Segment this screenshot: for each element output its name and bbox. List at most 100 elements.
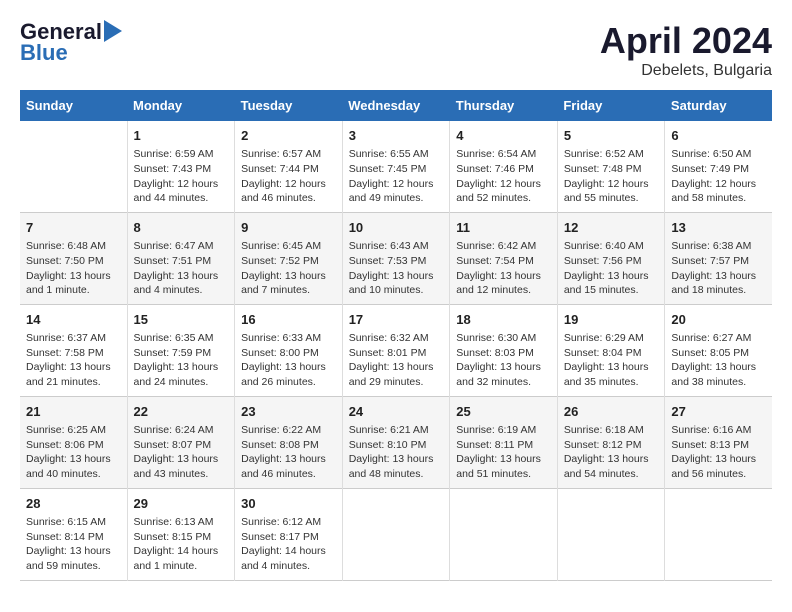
day-number: 27 bbox=[671, 403, 766, 421]
day-number: 6 bbox=[671, 127, 766, 145]
day-info: Sunrise: 6:35 AM Sunset: 7:59 PM Dayligh… bbox=[134, 331, 229, 390]
calendar-cell: 6 Sunrise: 6:50 AM Sunset: 7:49 PM Daylig… bbox=[665, 121, 772, 212]
day-number: 26 bbox=[564, 403, 659, 421]
day-number: 24 bbox=[349, 403, 444, 421]
day-number: 20 bbox=[671, 311, 766, 329]
day-info: Sunrise: 6:16 AM Sunset: 8:13 PM Dayligh… bbox=[671, 423, 766, 482]
header-thursday: Thursday bbox=[450, 90, 558, 121]
day-number: 23 bbox=[241, 403, 336, 421]
day-info: Sunrise: 6:45 AM Sunset: 7:52 PM Dayligh… bbox=[241, 239, 336, 298]
day-number: 22 bbox=[134, 403, 229, 421]
calendar-cell: 5 Sunrise: 6:52 AM Sunset: 7:48 PM Daylig… bbox=[557, 121, 665, 212]
calendar-cell: 24 Sunrise: 6:21 AM Sunset: 8:10 PM Dayli… bbox=[342, 396, 450, 488]
calendar-cell: 22 Sunrise: 6:24 AM Sunset: 8:07 PM Dayli… bbox=[127, 396, 235, 488]
title-section: April 2024 Debelets, Bulgaria bbox=[600, 20, 772, 80]
calendar-cell: 17 Sunrise: 6:32 AM Sunset: 8:01 PM Dayli… bbox=[342, 304, 450, 396]
day-info: Sunrise: 6:43 AM Sunset: 7:53 PM Dayligh… bbox=[349, 239, 444, 298]
day-info: Sunrise: 6:30 AM Sunset: 8:03 PM Dayligh… bbox=[456, 331, 551, 390]
day-info: Sunrise: 6:54 AM Sunset: 7:46 PM Dayligh… bbox=[456, 147, 551, 206]
day-info: Sunrise: 6:12 AM Sunset: 8:17 PM Dayligh… bbox=[241, 515, 336, 574]
day-number: 3 bbox=[349, 127, 444, 145]
day-number: 30 bbox=[241, 495, 336, 513]
day-info: Sunrise: 6:32 AM Sunset: 8:01 PM Dayligh… bbox=[349, 331, 444, 390]
day-info: Sunrise: 6:37 AM Sunset: 7:58 PM Dayligh… bbox=[26, 331, 121, 390]
calendar-week-row: 21 Sunrise: 6:25 AM Sunset: 8:06 PM Dayli… bbox=[20, 396, 772, 488]
day-info: Sunrise: 6:50 AM Sunset: 7:49 PM Dayligh… bbox=[671, 147, 766, 206]
calendar-cell: 30 Sunrise: 6:12 AM Sunset: 8:17 PM Dayli… bbox=[235, 488, 343, 580]
calendar-cell: 16 Sunrise: 6:33 AM Sunset: 8:00 PM Dayli… bbox=[235, 304, 343, 396]
calendar-cell: 21 Sunrise: 6:25 AM Sunset: 8:06 PM Dayli… bbox=[20, 396, 127, 488]
day-info: Sunrise: 6:52 AM Sunset: 7:48 PM Dayligh… bbox=[564, 147, 659, 206]
header-monday: Monday bbox=[127, 90, 235, 121]
calendar-cell: 20 Sunrise: 6:27 AM Sunset: 8:05 PM Dayli… bbox=[665, 304, 772, 396]
day-info: Sunrise: 6:55 AM Sunset: 7:45 PM Dayligh… bbox=[349, 147, 444, 206]
day-number: 11 bbox=[456, 219, 551, 237]
day-info: Sunrise: 6:47 AM Sunset: 7:51 PM Dayligh… bbox=[134, 239, 229, 298]
day-info: Sunrise: 6:13 AM Sunset: 8:15 PM Dayligh… bbox=[134, 515, 229, 574]
calendar-cell: 29 Sunrise: 6:13 AM Sunset: 8:15 PM Dayli… bbox=[127, 488, 235, 580]
logo-blue: Blue bbox=[20, 40, 122, 66]
calendar-cell: 25 Sunrise: 6:19 AM Sunset: 8:11 PM Dayli… bbox=[450, 396, 558, 488]
calendar-cell: 4 Sunrise: 6:54 AM Sunset: 7:46 PM Daylig… bbox=[450, 121, 558, 212]
day-number: 5 bbox=[564, 127, 659, 145]
calendar-cell: 12 Sunrise: 6:40 AM Sunset: 7:56 PM Dayli… bbox=[557, 212, 665, 304]
day-info: Sunrise: 6:19 AM Sunset: 8:11 PM Dayligh… bbox=[456, 423, 551, 482]
calendar-cell: 10Sunrise: 6:43 AM Sunset: 7:53 PM Dayli… bbox=[342, 212, 450, 304]
header-sunday: Sunday bbox=[20, 90, 127, 121]
day-number: 28 bbox=[26, 495, 121, 513]
day-number: 16 bbox=[241, 311, 336, 329]
calendar-cell: 11 Sunrise: 6:42 AM Sunset: 7:54 PM Dayli… bbox=[450, 212, 558, 304]
calendar-cell: 7Sunrise: 6:48 AM Sunset: 7:50 PM Daylig… bbox=[20, 212, 127, 304]
day-info: Sunrise: 6:15 AM Sunset: 8:14 PM Dayligh… bbox=[26, 515, 121, 574]
day-number: 21 bbox=[26, 403, 121, 421]
calendar-table: SundayMondayTuesdayWednesdayThursdayFrid… bbox=[20, 90, 772, 581]
header-wednesday: Wednesday bbox=[342, 90, 450, 121]
day-number: 2 bbox=[241, 127, 336, 145]
day-number: 12 bbox=[564, 219, 659, 237]
calendar-header-row: SundayMondayTuesdayWednesdayThursdayFrid… bbox=[20, 90, 772, 121]
calendar-cell: 26Sunrise: 6:18 AM Sunset: 8:12 PM Dayli… bbox=[557, 396, 665, 488]
logo: General Blue bbox=[20, 20, 122, 66]
calendar-cell: 2Sunrise: 6:57 AM Sunset: 7:44 PM Daylig… bbox=[235, 121, 343, 212]
day-info: Sunrise: 6:27 AM Sunset: 8:05 PM Dayligh… bbox=[671, 331, 766, 390]
day-number: 4 bbox=[456, 127, 551, 145]
calendar-cell bbox=[20, 121, 127, 212]
day-info: Sunrise: 6:59 AM Sunset: 7:43 PM Dayligh… bbox=[134, 147, 229, 206]
calendar-title: April 2024 bbox=[600, 20, 772, 62]
day-number: 29 bbox=[134, 495, 229, 513]
calendar-week-row: 28 Sunrise: 6:15 AM Sunset: 8:14 PM Dayli… bbox=[20, 488, 772, 580]
day-info: Sunrise: 6:33 AM Sunset: 8:00 PM Dayligh… bbox=[241, 331, 336, 390]
day-number: 13 bbox=[671, 219, 766, 237]
calendar-cell: 19Sunrise: 6:29 AM Sunset: 8:04 PM Dayli… bbox=[557, 304, 665, 396]
calendar-cell: 18 Sunrise: 6:30 AM Sunset: 8:03 PM Dayli… bbox=[450, 304, 558, 396]
day-info: Sunrise: 6:29 AM Sunset: 8:04 PM Dayligh… bbox=[564, 331, 659, 390]
calendar-subtitle: Debelets, Bulgaria bbox=[600, 62, 772, 80]
logo-chevron-icon bbox=[104, 20, 122, 42]
calendar-cell bbox=[665, 488, 772, 580]
day-info: Sunrise: 6:24 AM Sunset: 8:07 PM Dayligh… bbox=[134, 423, 229, 482]
day-number: 18 bbox=[456, 311, 551, 329]
day-number: 25 bbox=[456, 403, 551, 421]
day-info: Sunrise: 6:42 AM Sunset: 7:54 PM Dayligh… bbox=[456, 239, 551, 298]
header-friday: Friday bbox=[557, 90, 665, 121]
calendar-cell: 23 Sunrise: 6:22 AM Sunset: 8:08 PM Dayli… bbox=[235, 396, 343, 488]
day-info: Sunrise: 6:40 AM Sunset: 7:56 PM Dayligh… bbox=[564, 239, 659, 298]
day-number: 8 bbox=[134, 219, 229, 237]
page-header: General Blue April 2024 Debelets, Bulgar… bbox=[20, 20, 772, 80]
day-number: 15 bbox=[134, 311, 229, 329]
day-info: Sunrise: 6:25 AM Sunset: 8:06 PM Dayligh… bbox=[26, 423, 121, 482]
calendar-cell: 3 Sunrise: 6:55 AM Sunset: 7:45 PM Daylig… bbox=[342, 121, 450, 212]
day-info: Sunrise: 6:48 AM Sunset: 7:50 PM Dayligh… bbox=[26, 239, 121, 298]
calendar-cell: 13 Sunrise: 6:38 AM Sunset: 7:57 PM Dayli… bbox=[665, 212, 772, 304]
calendar-cell: 8 Sunrise: 6:47 AM Sunset: 7:51 PM Daylig… bbox=[127, 212, 235, 304]
header-saturday: Saturday bbox=[665, 90, 772, 121]
day-number: 9 bbox=[241, 219, 336, 237]
day-number: 17 bbox=[349, 311, 444, 329]
calendar-cell: 9 Sunrise: 6:45 AM Sunset: 7:52 PM Daylig… bbox=[235, 212, 343, 304]
day-info: Sunrise: 6:21 AM Sunset: 8:10 PM Dayligh… bbox=[349, 423, 444, 482]
day-info: Sunrise: 6:38 AM Sunset: 7:57 PM Dayligh… bbox=[671, 239, 766, 298]
calendar-cell: 15 Sunrise: 6:35 AM Sunset: 7:59 PM Dayli… bbox=[127, 304, 235, 396]
calendar-cell bbox=[342, 488, 450, 580]
calendar-week-row: 14Sunrise: 6:37 AM Sunset: 7:58 PM Dayli… bbox=[20, 304, 772, 396]
day-info: Sunrise: 6:22 AM Sunset: 8:08 PM Dayligh… bbox=[241, 423, 336, 482]
